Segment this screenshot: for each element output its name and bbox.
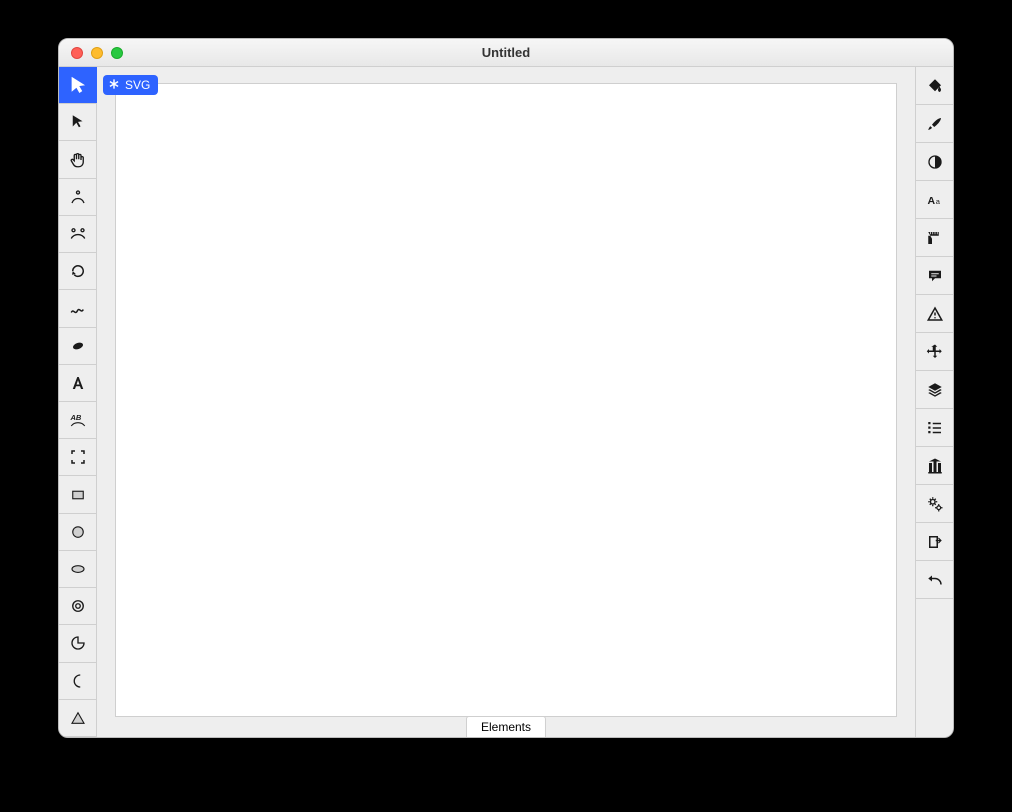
- ruler-panel[interactable]: [916, 219, 954, 257]
- elements-tab[interactable]: Elements: [466, 716, 546, 737]
- hand-tool[interactable]: [59, 141, 97, 178]
- ruler-icon: [926, 229, 944, 247]
- canvas[interactable]: [115, 83, 897, 717]
- pencil-tool[interactable]: [59, 290, 97, 327]
- layers-icon: [926, 381, 944, 399]
- circle-tool[interactable]: [59, 514, 97, 551]
- warning-icon: [926, 305, 944, 323]
- app-window: Untitled SVG Elements: [58, 38, 954, 738]
- triangle-tool[interactable]: [59, 700, 97, 737]
- text-path-tool[interactable]: [59, 402, 97, 439]
- asterisk-icon: [107, 77, 121, 94]
- minimize-window-button[interactable]: [91, 47, 103, 59]
- triangle-icon: [69, 709, 87, 727]
- ellipse-icon: [69, 560, 87, 578]
- typography-icon: [926, 191, 944, 209]
- library-icon: [926, 457, 944, 475]
- badge-label: SVG: [125, 78, 150, 92]
- nodes-icon: [69, 225, 87, 243]
- rect-icon: [69, 486, 87, 504]
- export-panel[interactable]: [916, 523, 954, 561]
- contrast-panel[interactable]: [916, 143, 954, 181]
- artboard-tool[interactable]: [59, 439, 97, 476]
- cursor-icon: [69, 76, 87, 94]
- library-panel[interactable]: [916, 447, 954, 485]
- export-icon: [926, 533, 944, 551]
- settings-panel[interactable]: [916, 485, 954, 523]
- right-toolbar: [915, 67, 953, 737]
- moon-tool[interactable]: [59, 663, 97, 700]
- undo-icon: [926, 571, 944, 589]
- stroke-panel[interactable]: [916, 105, 954, 143]
- textA-icon: [69, 374, 87, 392]
- move-icon: [926, 343, 944, 361]
- rotate-icon: [69, 262, 87, 280]
- transform-panel[interactable]: [916, 333, 954, 371]
- gears-icon: [926, 495, 944, 513]
- list-icon: [926, 419, 944, 437]
- moon-icon: [69, 672, 87, 690]
- node-tool[interactable]: [59, 216, 97, 253]
- circle-icon: [69, 523, 87, 541]
- pie-tool[interactable]: [59, 625, 97, 662]
- app-body: SVG Elements: [59, 67, 953, 737]
- blob-icon: [69, 337, 87, 355]
- typography-panel[interactable]: [916, 181, 954, 219]
- brush-icon: [926, 115, 944, 133]
- comment-icon: [926, 267, 944, 285]
- warning-panel[interactable]: [916, 295, 954, 333]
- close-window-button[interactable]: [71, 47, 83, 59]
- left-toolbar: [59, 67, 97, 737]
- rectangle-tool[interactable]: [59, 476, 97, 513]
- center-area: SVG Elements: [97, 67, 915, 737]
- anchor-point-tool[interactable]: [59, 179, 97, 216]
- document-type-badge[interactable]: SVG: [103, 75, 158, 95]
- pencil-icon: [69, 299, 87, 317]
- rotate-tool[interactable]: [59, 253, 97, 290]
- layers-panel[interactable]: [916, 371, 954, 409]
- textpath-icon: [69, 411, 87, 429]
- blob-tool[interactable]: [59, 328, 97, 365]
- text-tool[interactable]: [59, 365, 97, 402]
- anchor-icon: [69, 188, 87, 206]
- paintbucket-icon: [926, 77, 944, 95]
- window-title: Untitled: [59, 45, 953, 60]
- direct-select-tool[interactable]: [59, 104, 97, 141]
- list-panel[interactable]: [916, 409, 954, 447]
- cursor2-icon: [69, 113, 87, 131]
- ellipse-tool[interactable]: [59, 551, 97, 588]
- fill-panel[interactable]: [916, 67, 954, 105]
- target-icon: [69, 597, 87, 615]
- titlebar: Untitled: [59, 39, 953, 67]
- comment-panel[interactable]: [916, 257, 954, 295]
- contrast-icon: [926, 153, 944, 171]
- canvas-area: SVG Elements: [97, 67, 915, 737]
- undo-panel[interactable]: [916, 561, 954, 599]
- target-tool[interactable]: [59, 588, 97, 625]
- zoom-window-button[interactable]: [111, 47, 123, 59]
- hand-icon: [69, 151, 87, 169]
- window-controls: [59, 47, 123, 59]
- artboard-icon: [69, 448, 87, 466]
- select-tool[interactable]: [59, 67, 97, 104]
- pie-icon: [69, 634, 87, 652]
